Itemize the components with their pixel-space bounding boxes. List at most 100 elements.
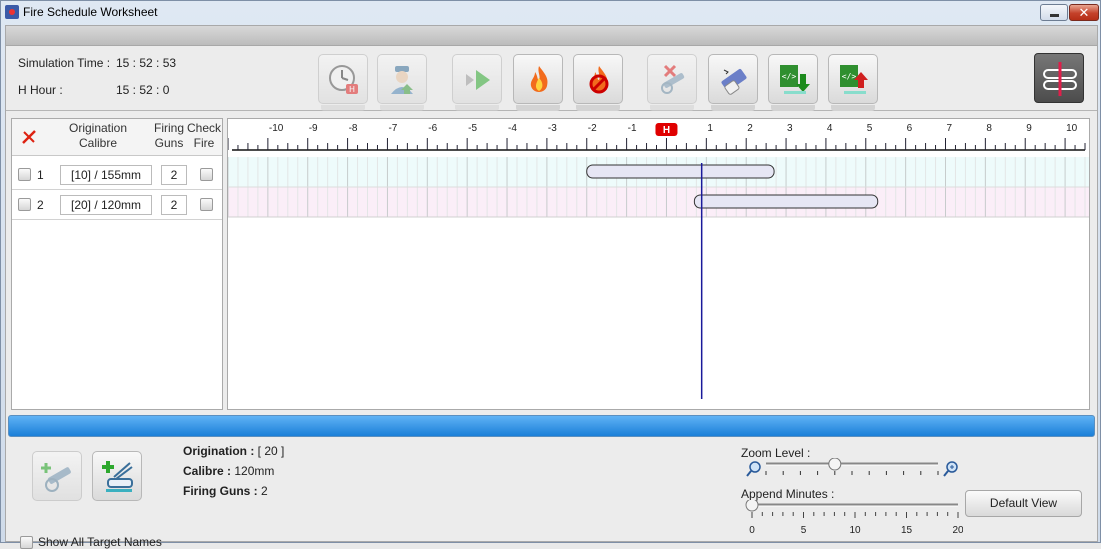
calibre-label: Calibre : <box>183 464 232 478</box>
fire-schedule-bar[interactable] <box>693 194 879 209</box>
ruler-tick-label: 5 <box>867 123 873 134</box>
ruler-tick-label: 3 <box>787 123 793 134</box>
fire-button[interactable] <box>513 54 563 111</box>
origination-value: [ 20 ] <box>257 444 285 458</box>
schedule-view-icon <box>1043 62 1077 96</box>
zoom-out-icon-handle <box>746 470 752 477</box>
firing-guns-field[interactable]: 2 <box>161 165 187 185</box>
add-gun-button[interactable] <box>32 451 82 501</box>
close-button[interactable]: ✕ <box>1069 4 1099 21</box>
header-check: Check <box>186 121 221 135</box>
firing-guns-label: Firing Guns : <box>183 484 258 498</box>
play-fire-button[interactable] <box>452 54 502 111</box>
header-calibre: Calibre <box>78 136 117 150</box>
toolbar: Simulation Time : 15 : 52 : 53 H Hour : … <box>6 47 1097 111</box>
append-tick-label: 10 <box>849 525 861 536</box>
row-select-checkbox[interactable] <box>18 198 31 211</box>
export-xml-button[interactable]: </> <box>828 54 878 111</box>
h-hour-label: H Hour : <box>18 83 63 97</box>
origination-label: Origination : <box>183 444 255 458</box>
h-hour-value: 15 : 52 : 0 <box>116 83 170 97</box>
fire-schedule-bar[interactable] <box>586 164 775 179</box>
row-select-checkbox[interactable] <box>18 168 31 181</box>
window-title: Fire Schedule Worksheet <box>23 5 158 19</box>
zoom-thumb[interactable] <box>828 458 842 471</box>
top-strip <box>6 26 1097 46</box>
ruler-tick-label: -8 <box>349 123 358 134</box>
erase-button[interactable] <box>708 54 758 111</box>
ruler-tick-label: 6 <box>907 123 913 134</box>
remove-gun-button[interactable] <box>647 54 697 111</box>
check-fire-checkbox[interactable] <box>200 168 213 181</box>
close-icon: ✕ <box>1078 5 1090 20</box>
ruler-tick-label: 4 <box>827 123 833 134</box>
table-row[interactable]: 1 [10] / 155mm 2 <box>12 160 222 190</box>
zoom-out-icon <box>749 461 761 473</box>
ruler-tick-label: 1 <box>707 123 713 134</box>
play-icon <box>466 70 490 90</box>
append-tick-label: 5 <box>801 525 807 536</box>
splitter-bar[interactable] <box>8 415 1095 437</box>
svg-text:H: H <box>349 85 355 94</box>
header-origination: Origination <box>68 121 128 135</box>
ruler-tick-label: -3 <box>548 123 557 134</box>
ruler-tick-label: -7 <box>388 123 397 134</box>
svg-text:</>: </> <box>842 72 857 81</box>
append-thumb[interactable] <box>745 500 759 512</box>
clock-h-icon: H <box>329 65 358 94</box>
ruler-tick-label: -1 <box>628 123 637 134</box>
xml-import-icon: </> <box>780 65 810 94</box>
eraser-icon <box>721 68 747 95</box>
client-area: Simulation Time : 15 : 52 : 53 H Hour : … <box>5 25 1098 549</box>
ruler-tick-label: -6 <box>428 123 437 134</box>
sim-time-label: Simulation Time : <box>18 56 111 70</box>
check-fire-checkbox[interactable] <box>200 198 213 211</box>
row-index: 1 <box>37 168 44 182</box>
zoom-in-icon-handle <box>943 470 949 477</box>
details-panel: Show All Target Names Origination : [ 20… <box>6 438 1097 549</box>
ruler-tick-label: -2 <box>588 123 597 134</box>
cannon-remove-icon <box>661 64 685 94</box>
table-row[interactable]: 2 [20] / 120mm 2 <box>12 190 222 220</box>
sim-time-value: 15 : 52 : 53 <box>116 56 177 70</box>
append-tick-label: 0 <box>749 525 755 536</box>
app-icon <box>5 5 19 19</box>
ruler-tick-label: 2 <box>747 123 753 134</box>
minimize-button[interactable] <box>1040 4 1068 21</box>
officer-icon <box>391 66 413 94</box>
append-minutes-slider[interactable]: 0 5 10 15 20 <box>738 500 963 540</box>
append-tick-label: 15 <box>901 525 913 536</box>
minimize-icon <box>1050 14 1059 17</box>
calibre-value: 120mm <box>234 464 275 478</box>
append-minutes-label: Append Minutes : <box>741 487 835 501</box>
origination-calibre-field[interactable]: [10] / 155mm <box>60 165 152 185</box>
title-bar: Fire Schedule Worksheet ✕ <box>1 1 1100 23</box>
import-xml-button[interactable]: </> <box>768 54 818 111</box>
ruler-tick-label: -10 <box>269 123 284 134</box>
header-guns: Guns <box>154 136 184 150</box>
clear-selection-button[interactable] <box>21 129 37 148</box>
main-window: Fire Schedule Worksheet ✕ Simulation Tim… <box>0 0 1101 549</box>
add-target-button[interactable] <box>92 451 142 501</box>
ruler-tick-label: 9 <box>1026 123 1032 134</box>
set-h-hour-button[interactable]: H <box>318 54 368 111</box>
ruler-tick-label: -5 <box>468 123 477 134</box>
xml-export-icon: </> <box>840 65 868 94</box>
h-hour-marker-label: H <box>663 125 670 136</box>
timeline-canvas[interactable]: -10 -9 -8 -7 -6 -5 -4 -3 -2 -1 1 2 3 4 5 6 7 8 9 10 H <box>228 119 1089 409</box>
red-x-icon <box>22 130 36 144</box>
zoom-slider[interactable] <box>738 458 963 488</box>
target-add-icon <box>102 461 133 492</box>
cease-fire-button[interactable] <box>573 54 623 111</box>
default-view-button[interactable]: Default View <box>965 490 1082 517</box>
assign-officer-button[interactable] <box>377 54 427 111</box>
ruler-tick-label: -9 <box>309 123 318 134</box>
ruler-tick-label: 10 <box>1066 123 1078 134</box>
firing-guns-field[interactable]: 2 <box>161 195 187 215</box>
origination-calibre-field[interactable]: [20] / 120mm <box>60 195 152 215</box>
firing-guns-value: 2 <box>261 484 268 498</box>
timeline-panel[interactable]: -10 -9 -8 -7 -6 -5 -4 -3 -2 -1 1 2 3 4 5 6 7 8 9 10 H <box>227 118 1090 410</box>
svg-text:</>: </> <box>782 72 797 81</box>
cannon-add-icon <box>41 463 71 492</box>
schedule-view-toggle[interactable] <box>1034 53 1084 103</box>
